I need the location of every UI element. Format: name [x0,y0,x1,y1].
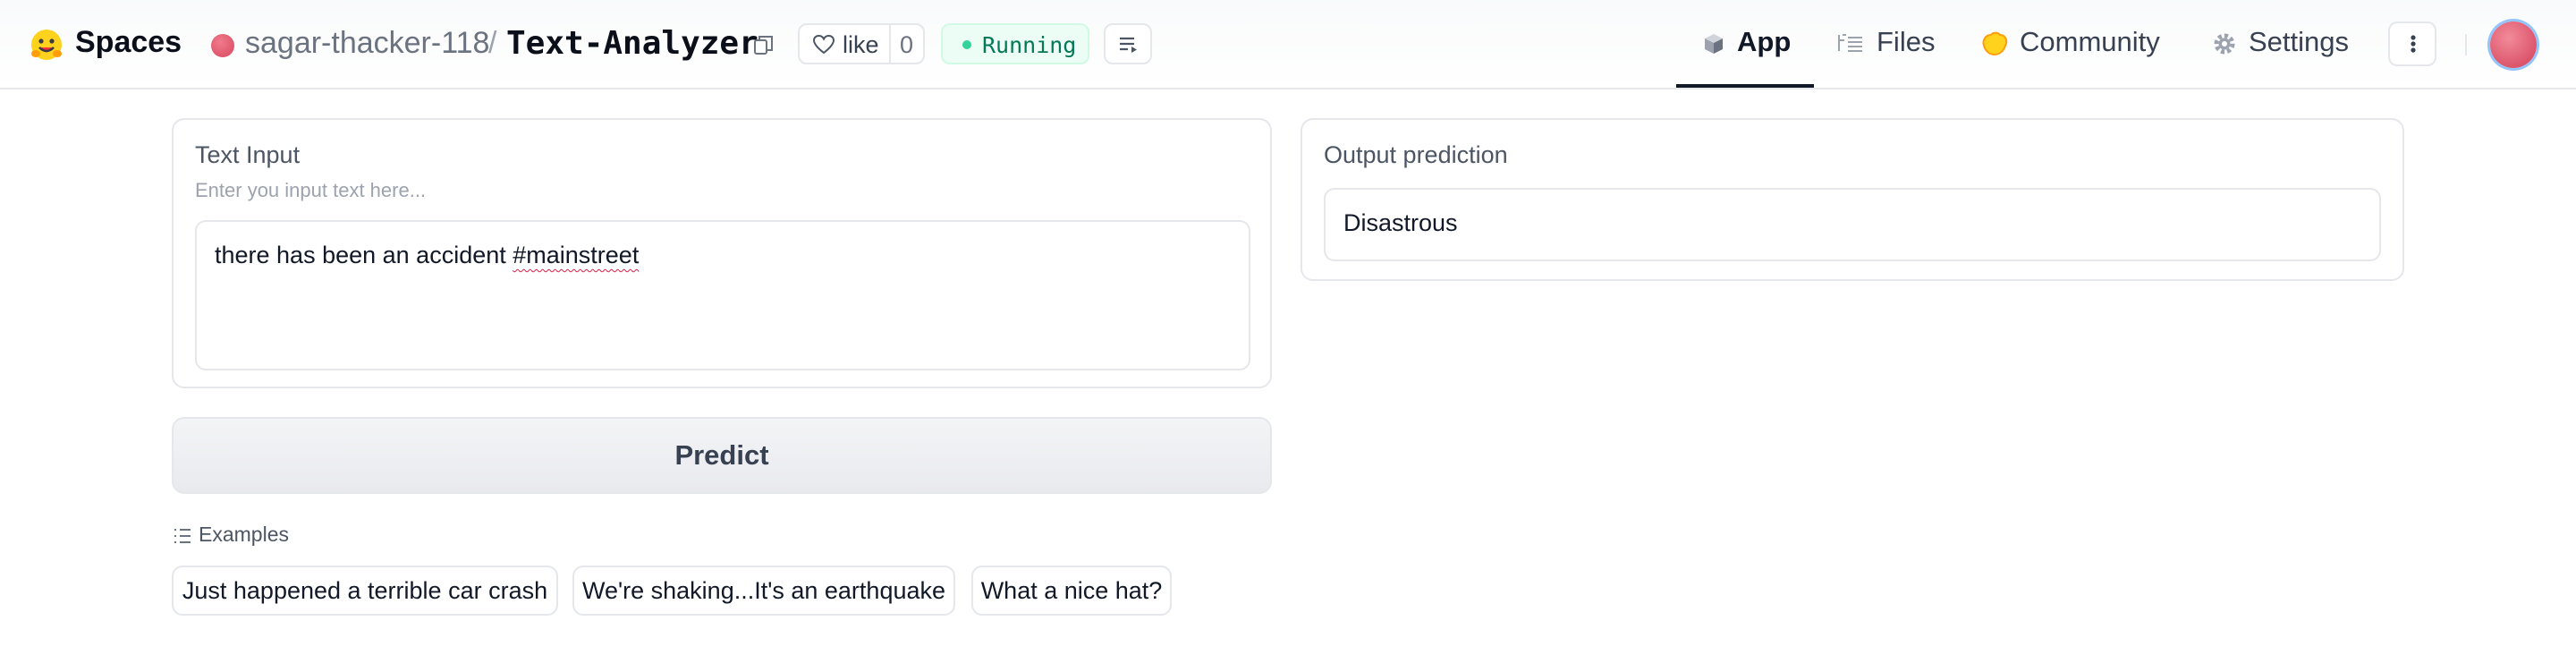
heart-icon [812,34,835,55]
tab-files-label: Files [1877,26,1936,57]
copy-icon[interactable] [753,34,775,57]
tab-app[interactable]: App [1676,0,1814,88]
example-chip[interactable]: We're shaking...It's an earthquake [572,566,955,616]
header-divider [2465,34,2467,55]
repo-name-link[interactable]: Text-Analyzer [506,25,758,62]
example-chip[interactable]: What a nice hat? [971,566,1172,616]
like-divider [889,25,891,63]
files-icon [1838,34,1862,52]
status-badge[interactable]: Running [941,23,1089,64]
text-input-info: Enter you input text here... [195,179,427,201]
cube-icon [1705,34,1723,54]
like-button[interactable]: like 0 [798,23,925,64]
tab-community[interactable]: Community [1980,0,2177,88]
examples-title: Examples [199,523,289,546]
predict-button[interactable]: Predict [172,417,1272,494]
user-avatar[interactable] [2490,21,2537,68]
more-vertical-icon [2411,35,2416,53]
spaces-link[interactable]: Spaces [75,25,182,60]
like-count[interactable]: 0 [900,31,913,59]
example-chip[interactable]: Just happened a terrible car crash [172,566,558,616]
community-icon [1982,31,2008,56]
text-input-field[interactable]: there has been an accident #mainstreet [195,220,1250,370]
like-label: like [843,31,879,58]
output-label: Output prediction [1324,141,1508,168]
tab-files[interactable]: Files [1837,0,1953,88]
top-navbar: Spaces sagar-thacker-118 / Text-Analyzer… [0,0,2576,89]
output-value: Disastrous [1343,209,1458,236]
path-separator: / [488,26,497,60]
more-options-button[interactable] [2388,21,2436,66]
logs-button[interactable] [1104,23,1152,64]
tab-settings-label: Settings [2249,26,2350,57]
output-prediction-field[interactable]: Disastrous [1324,188,2381,261]
text-input-value: there has been an accident [215,242,513,268]
tab-settings[interactable]: Settings [2213,0,2365,88]
text-input-label: Text Input [195,141,301,168]
tab-app-label: App [1737,26,1792,57]
list-icon [174,529,191,543]
status-text: Running [982,32,1077,58]
huggingface-logo-icon[interactable] [29,27,64,63]
owner-avatar [211,34,234,57]
tab-community-label: Community [2020,26,2160,57]
text-input-panel: Text Input Enter you input text here... … [172,118,1272,388]
output-panel: Output prediction Disastrous [1301,118,2404,281]
owner-link[interactable]: sagar-thacker-118 [245,26,489,61]
text-input-hashtag: #mainstreet [513,242,640,268]
logs-icon [1120,37,1137,53]
status-dot-icon [962,40,971,49]
gear-icon [2214,33,2235,55]
